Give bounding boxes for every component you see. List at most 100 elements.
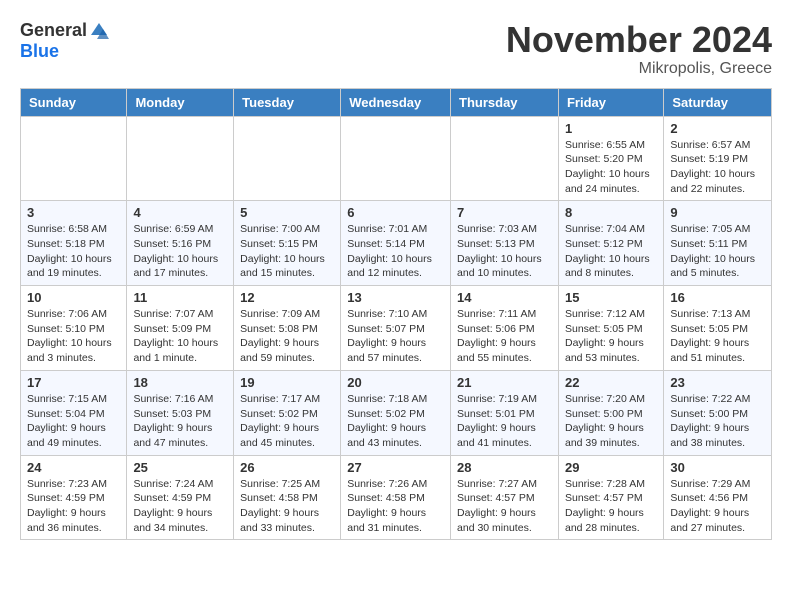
calendar-cell: 10Sunrise: 7:06 AM Sunset: 5:10 PM Dayli… bbox=[21, 286, 127, 371]
day-info: Sunrise: 7:29 AM Sunset: 4:56 PM Dayligh… bbox=[670, 477, 765, 536]
calendar-cell bbox=[451, 116, 559, 201]
day-info: Sunrise: 6:55 AM Sunset: 5:20 PM Dayligh… bbox=[565, 138, 657, 197]
day-info: Sunrise: 7:17 AM Sunset: 5:02 PM Dayligh… bbox=[240, 392, 334, 451]
calendar-week-row: 24 Sunrise: 7:23 AM Sunset: 4:59 PM Dayli… bbox=[21, 455, 772, 540]
day-number: 30 bbox=[670, 460, 765, 475]
calendar-week-row: 3 Sunrise: 6:58 AM Sunset: 5:18 PM Daylig… bbox=[21, 201, 772, 286]
day-info: Sunrise: 7:03 AM Sunset: 5:13 PM Dayligh… bbox=[457, 222, 552, 281]
calendar-cell: 27 Sunrise: 7:26 AM Sunset: 4:58 PM Dayli… bbox=[341, 455, 451, 540]
day-number: 2 bbox=[670, 121, 765, 136]
month-title: November 2024 bbox=[506, 20, 772, 60]
day-number: 6 bbox=[347, 205, 444, 220]
calendar-cell: 17 Sunrise: 7:15 AM Sunset: 5:04 PM Dayli… bbox=[21, 370, 127, 455]
calendar-cell: 7 Sunrise: 7:03 AM Sunset: 5:13 PM Daylig… bbox=[451, 201, 559, 286]
day-info: Sunrise: 7:11 AM Sunset: 5:06 PM Dayligh… bbox=[457, 307, 552, 366]
day-info: Sunrise: 7:20 AM Sunset: 5:00 PM Dayligh… bbox=[565, 392, 657, 451]
calendar-cell: 8 Sunrise: 7:04 AM Sunset: 5:12 PM Daylig… bbox=[558, 201, 663, 286]
day-number: 24 bbox=[27, 460, 120, 475]
page-header: General Blue November 2024 Mikropolis, G… bbox=[20, 20, 772, 78]
day-number: 13 bbox=[347, 290, 444, 305]
calendar-cell: 29 Sunrise: 7:28 AM Sunset: 4:57 PM Dayli… bbox=[558, 455, 663, 540]
location-text: Mikropolis, Greece bbox=[506, 60, 772, 78]
calendar-cell: 26 Sunrise: 7:25 AM Sunset: 4:58 PM Dayli… bbox=[234, 455, 341, 540]
day-number: 8 bbox=[565, 205, 657, 220]
calendar-cell: 23 Sunrise: 7:22 AM Sunset: 5:00 PM Dayli… bbox=[664, 370, 772, 455]
calendar-cell: 20 Sunrise: 7:18 AM Sunset: 5:02 PM Dayli… bbox=[341, 370, 451, 455]
weekday-header-row: SundayMondayTuesdayWednesdayThursdayFrid… bbox=[21, 88, 772, 116]
day-number: 17 bbox=[27, 375, 120, 390]
day-info: Sunrise: 7:26 AM Sunset: 4:58 PM Dayligh… bbox=[347, 477, 444, 536]
weekday-header-thursday: Thursday bbox=[451, 88, 559, 116]
day-info: Sunrise: 7:04 AM Sunset: 5:12 PM Dayligh… bbox=[565, 222, 657, 281]
day-info: Sunrise: 7:23 AM Sunset: 4:59 PM Dayligh… bbox=[27, 477, 120, 536]
day-number: 12 bbox=[240, 290, 334, 305]
calendar-cell: 22Sunrise: 7:20 AM Sunset: 5:00 PM Dayli… bbox=[558, 370, 663, 455]
day-number: 3 bbox=[27, 205, 120, 220]
calendar-cell bbox=[21, 116, 127, 201]
calendar-cell: 11Sunrise: 7:07 AM Sunset: 5:09 PM Dayli… bbox=[127, 286, 234, 371]
calendar-cell: 13 Sunrise: 7:10 AM Sunset: 5:07 PM Dayli… bbox=[341, 286, 451, 371]
day-number: 23 bbox=[670, 375, 765, 390]
logo: General Blue bbox=[20, 20, 109, 62]
day-number: 9 bbox=[670, 205, 765, 220]
day-number: 20 bbox=[347, 375, 444, 390]
day-info: Sunrise: 7:12 AM Sunset: 5:05 PM Dayligh… bbox=[565, 307, 657, 366]
calendar-cell: 4 Sunrise: 6:59 AM Sunset: 5:16 PM Daylig… bbox=[127, 201, 234, 286]
calendar-cell: 30 Sunrise: 7:29 AM Sunset: 4:56 PM Dayli… bbox=[664, 455, 772, 540]
calendar-cell: 24 Sunrise: 7:23 AM Sunset: 4:59 PM Dayli… bbox=[21, 455, 127, 540]
calendar-cell: 1Sunrise: 6:55 AM Sunset: 5:20 PM Daylig… bbox=[558, 116, 663, 201]
day-number: 29 bbox=[565, 460, 657, 475]
calendar-cell: 12 Sunrise: 7:09 AM Sunset: 5:08 PM Dayli… bbox=[234, 286, 341, 371]
day-number: 4 bbox=[133, 205, 227, 220]
calendar-cell: 3 Sunrise: 6:58 AM Sunset: 5:18 PM Daylig… bbox=[21, 201, 127, 286]
calendar-cell: 19 Sunrise: 7:17 AM Sunset: 5:02 PM Dayli… bbox=[234, 370, 341, 455]
day-info: Sunrise: 7:18 AM Sunset: 5:02 PM Dayligh… bbox=[347, 392, 444, 451]
day-info: Sunrise: 7:27 AM Sunset: 4:57 PM Dayligh… bbox=[457, 477, 552, 536]
weekday-header-sunday: Sunday bbox=[21, 88, 127, 116]
calendar-cell: 15 Sunrise: 7:12 AM Sunset: 5:05 PM Dayli… bbox=[558, 286, 663, 371]
calendar-cell: 21Sunrise: 7:19 AM Sunset: 5:01 PM Dayli… bbox=[451, 370, 559, 455]
day-info: Sunrise: 7:28 AM Sunset: 4:57 PM Dayligh… bbox=[565, 477, 657, 536]
calendar-cell: 25Sunrise: 7:24 AM Sunset: 4:59 PM Dayli… bbox=[127, 455, 234, 540]
weekday-header-tuesday: Tuesday bbox=[234, 88, 341, 116]
calendar-cell: 6 Sunrise: 7:01 AM Sunset: 5:14 PM Daylig… bbox=[341, 201, 451, 286]
calendar-week-row: 10Sunrise: 7:06 AM Sunset: 5:10 PM Dayli… bbox=[21, 286, 772, 371]
day-number: 14 bbox=[457, 290, 552, 305]
calendar-cell bbox=[127, 116, 234, 201]
weekday-header-wednesday: Wednesday bbox=[341, 88, 451, 116]
day-number: 5 bbox=[240, 205, 334, 220]
weekday-header-saturday: Saturday bbox=[664, 88, 772, 116]
calendar-cell: 18Sunrise: 7:16 AM Sunset: 5:03 PM Dayli… bbox=[127, 370, 234, 455]
day-info: Sunrise: 6:58 AM Sunset: 5:18 PM Dayligh… bbox=[27, 222, 120, 281]
day-info: Sunrise: 6:59 AM Sunset: 5:16 PM Dayligh… bbox=[133, 222, 227, 281]
day-info: Sunrise: 7:05 AM Sunset: 5:11 PM Dayligh… bbox=[670, 222, 765, 281]
calendar-cell bbox=[341, 116, 451, 201]
logo-general-text: General bbox=[20, 20, 87, 41]
day-info: Sunrise: 7:24 AM Sunset: 4:59 PM Dayligh… bbox=[133, 477, 227, 536]
calendar-table: SundayMondayTuesdayWednesdayThursdayFrid… bbox=[20, 88, 772, 541]
logo-blue-text: Blue bbox=[20, 41, 59, 62]
calendar-cell: 9 Sunrise: 7:05 AM Sunset: 5:11 PM Daylig… bbox=[664, 201, 772, 286]
day-number: 18 bbox=[133, 375, 227, 390]
day-number: 26 bbox=[240, 460, 334, 475]
day-info: Sunrise: 7:19 AM Sunset: 5:01 PM Dayligh… bbox=[457, 392, 552, 451]
weekday-header-monday: Monday bbox=[127, 88, 234, 116]
weekday-header-friday: Friday bbox=[558, 88, 663, 116]
day-info: Sunrise: 7:00 AM Sunset: 5:15 PM Dayligh… bbox=[240, 222, 334, 281]
day-number: 15 bbox=[565, 290, 657, 305]
day-info: Sunrise: 7:22 AM Sunset: 5:00 PM Dayligh… bbox=[670, 392, 765, 451]
calendar-cell bbox=[234, 116, 341, 201]
calendar-cell: 2Sunrise: 6:57 AM Sunset: 5:19 PM Daylig… bbox=[664, 116, 772, 201]
day-info: Sunrise: 7:07 AM Sunset: 5:09 PM Dayligh… bbox=[133, 307, 227, 366]
day-number: 7 bbox=[457, 205, 552, 220]
calendar-week-row: 1Sunrise: 6:55 AM Sunset: 5:20 PM Daylig… bbox=[21, 116, 772, 201]
day-info: Sunrise: 7:15 AM Sunset: 5:04 PM Dayligh… bbox=[27, 392, 120, 451]
calendar-cell: 28 Sunrise: 7:27 AM Sunset: 4:57 PM Dayli… bbox=[451, 455, 559, 540]
day-info: Sunrise: 7:09 AM Sunset: 5:08 PM Dayligh… bbox=[240, 307, 334, 366]
day-number: 28 bbox=[457, 460, 552, 475]
day-number: 19 bbox=[240, 375, 334, 390]
day-info: Sunrise: 7:10 AM Sunset: 5:07 PM Dayligh… bbox=[347, 307, 444, 366]
day-number: 27 bbox=[347, 460, 444, 475]
day-info: Sunrise: 7:25 AM Sunset: 4:58 PM Dayligh… bbox=[240, 477, 334, 536]
day-info: Sunrise: 7:01 AM Sunset: 5:14 PM Dayligh… bbox=[347, 222, 444, 281]
